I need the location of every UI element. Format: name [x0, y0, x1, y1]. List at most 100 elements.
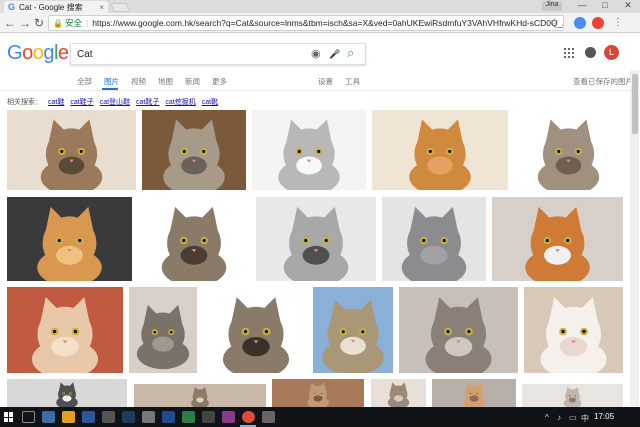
forward-icon[interactable]: →	[19, 16, 31, 30]
scrollbar-thumb[interactable]	[632, 74, 638, 134]
related-link[interactable]: cat挖掘机	[165, 99, 195, 106]
app-icon[interactable]	[222, 411, 235, 423]
related-link[interactable]: cat鞋子	[70, 99, 93, 106]
cat-photo-icon	[278, 119, 340, 190]
cat-photo-icon	[56, 382, 78, 407]
tray-expand-icon[interactable]: ^	[545, 413, 549, 422]
reload-icon[interactable]: ↻	[33, 16, 45, 30]
extension-icon[interactable]	[574, 17, 586, 29]
avatar[interactable]: L	[604, 45, 619, 60]
google-logo[interactable]: Google	[7, 42, 69, 65]
url-text[interactable]: https://www.google.com.hk/search?q=Cat&s…	[92, 18, 563, 28]
microphone-icon[interactable]: 🎤	[329, 48, 340, 61]
image-result-thumbnail[interactable]	[7, 287, 123, 373]
task-view-icon[interactable]	[22, 411, 35, 423]
divider	[0, 90, 640, 91]
google-favicon-icon: G	[8, 2, 16, 12]
close-window-icon[interactable]: ✕	[617, 0, 639, 11]
extension-icon[interactable]	[592, 17, 604, 29]
image-result-thumbnail[interactable]	[399, 287, 518, 373]
image-result-thumbnail[interactable]	[372, 110, 508, 190]
bookmark-star-icon[interactable]: ☆	[550, 17, 559, 28]
secure-label: 安全	[64, 18, 82, 28]
image-result-thumbnail[interactable]	[138, 197, 250, 281]
cat-photo-icon	[409, 119, 471, 190]
cat-photo-icon	[136, 304, 190, 370]
logo-letter: G	[7, 42, 23, 64]
menu-icon[interactable]: ⋮	[612, 16, 624, 30]
omnibox-separator: |	[85, 18, 89, 28]
app-icon[interactable]	[262, 411, 275, 423]
back-icon[interactable]: ←	[4, 16, 16, 30]
tab-bar: G Cat - Google 搜索 × Jina — □ ✕	[0, 0, 640, 13]
image-result-thumbnail[interactable]	[256, 197, 376, 281]
camera-icon[interactable]: ◉	[311, 48, 321, 61]
search-icon[interactable]: ⌕	[347, 46, 354, 59]
search-input[interactable]	[77, 47, 297, 62]
apps-grid-icon[interactable]	[564, 48, 574, 58]
image-result-thumbnail[interactable]	[129, 287, 197, 373]
browser-toolbar: ← → ↻ 🔒 安全 | https://www.google.com.hk/s…	[0, 13, 640, 33]
windows-start-icon[interactable]	[4, 412, 14, 422]
image-result-thumbnail[interactable]	[313, 287, 393, 373]
settings-link[interactable]: 设置	[318, 76, 333, 87]
image-result-thumbnail[interactable]	[134, 384, 266, 407]
tab-more[interactable]: 更多	[212, 76, 227, 87]
cat-photo-icon	[425, 297, 492, 373]
address-bar[interactable]: 🔒 安全 | https://www.google.com.hk/search?…	[48, 15, 564, 31]
app-icon[interactable]	[162, 411, 175, 423]
cat-photo-icon	[40, 119, 103, 190]
image-result-thumbnail[interactable]	[142, 110, 246, 190]
app-icon[interactable]	[102, 411, 115, 423]
close-tab-icon[interactable]: ×	[99, 3, 104, 12]
network-icon[interactable]: ▭	[569, 413, 577, 422]
browser-tab[interactable]: G Cat - Google 搜索 ×	[4, 1, 108, 13]
store-icon[interactable]	[82, 411, 95, 423]
new-tab-button[interactable]	[110, 3, 130, 12]
volume-icon[interactable]: ♪	[557, 413, 561, 422]
cat-photo-icon	[540, 297, 607, 373]
clock: 17:05	[594, 412, 615, 421]
image-result-thumbnail[interactable]	[522, 384, 623, 407]
related-link[interactable]: cat靴	[202, 99, 218, 106]
cat-photo-icon	[537, 119, 600, 190]
image-result-thumbnail[interactable]	[492, 197, 623, 281]
related-link[interactable]: cat鞋	[48, 99, 64, 106]
chrome-icon[interactable]	[242, 411, 255, 423]
tab-news[interactable]: 新闻	[185, 76, 200, 87]
image-result-thumbnail[interactable]	[204, 287, 308, 373]
image-result-thumbnail[interactable]	[272, 379, 364, 407]
tools-link[interactable]: 工具	[345, 76, 360, 87]
app-icon[interactable]	[182, 411, 195, 423]
app-icon[interactable]	[142, 411, 155, 423]
image-result-thumbnail[interactable]	[524, 287, 623, 373]
tab-all[interactable]: 全部	[77, 76, 92, 87]
image-result-thumbnail[interactable]	[514, 110, 623, 190]
profile-chip[interactable]: Jina	[542, 1, 562, 11]
app-icon[interactable]	[202, 411, 215, 423]
tab-images[interactable]: 图片	[104, 76, 119, 87]
browser-app-icon[interactable]	[42, 411, 55, 423]
image-result-thumbnail[interactable]	[7, 110, 136, 190]
cat-photo-icon	[322, 299, 384, 373]
image-result-thumbnail[interactable]	[252, 110, 366, 190]
maximize-icon[interactable]: □	[594, 0, 616, 10]
folder-icon[interactable]	[62, 411, 75, 423]
tab-maps[interactable]: 地图	[158, 76, 173, 87]
notifications-icon[interactable]	[585, 47, 596, 58]
image-result-thumbnail[interactable]	[432, 379, 516, 407]
related-prefix: 相关搜索：	[7, 99, 42, 106]
minimize-icon[interactable]: —	[571, 0, 593, 10]
saved-images-link[interactable]: 查看已保存的图片	[573, 76, 633, 87]
image-result-thumbnail[interactable]	[382, 197, 486, 281]
image-result-thumbnail[interactable]	[7, 379, 127, 407]
tab-videos[interactable]: 视频	[131, 76, 146, 87]
related-link[interactable]: cat靴子	[136, 99, 159, 106]
cat-photo-icon	[163, 119, 225, 190]
photoshop-icon[interactable]	[122, 411, 135, 423]
image-result-thumbnail[interactable]	[7, 197, 132, 281]
search-box: ◉ 🎤 ⌕	[70, 43, 366, 65]
image-result-thumbnail[interactable]	[371, 379, 426, 407]
related-link[interactable]: cat登山鞋	[100, 99, 130, 106]
ime-icon[interactable]: 中	[581, 413, 589, 424]
